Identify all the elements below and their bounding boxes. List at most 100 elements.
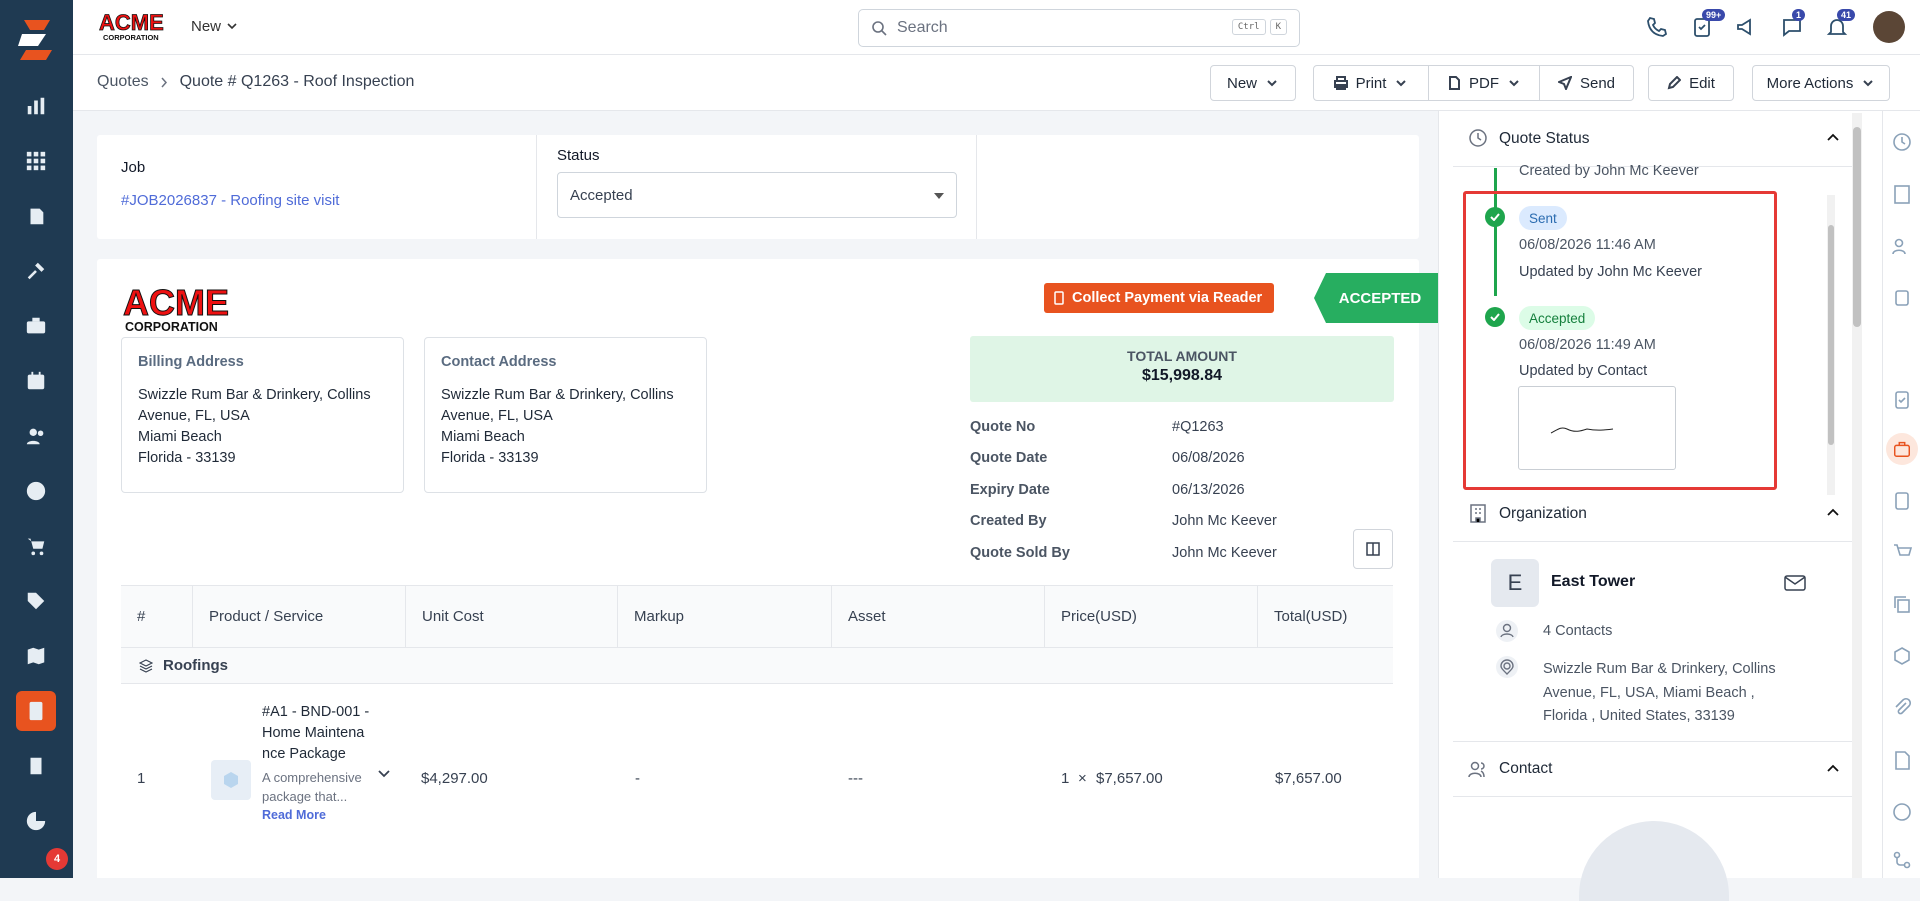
collect-payment-button[interactable]: Collect Payment via Reader	[1044, 283, 1275, 313]
chevron-up-icon	[1827, 508, 1839, 516]
dashboard-grid-icon[interactable]	[16, 141, 56, 181]
breadcrumb: Quotes Quote # Q1263 - Roof Inspection	[97, 73, 414, 91]
meta-value: #Q1263	[1172, 418, 1224, 435]
group-name: Roofings	[163, 657, 228, 674]
chat-icon[interactable]: 1	[1778, 9, 1806, 41]
building-icon[interactable]	[1891, 183, 1913, 205]
history-icon[interactable]	[1891, 131, 1913, 153]
app-logo-icon[interactable]	[16, 18, 56, 62]
row-times: ×	[1078, 770, 1087, 787]
checklist-icon[interactable]	[1891, 388, 1913, 410]
meta-row: Expiry Date 06/13/2026	[970, 474, 1394, 506]
status-scroll-track[interactable]	[1827, 195, 1835, 495]
history-icon	[1469, 129, 1487, 147]
send-button[interactable]: Send	[1539, 65, 1634, 101]
org-name[interactable]: East Tower	[1551, 573, 1635, 591]
mail-icon[interactable]	[1784, 575, 1806, 591]
signature-image[interactable]	[1518, 386, 1676, 470]
chat-badge: 1	[1792, 9, 1806, 21]
toggle-columns-button[interactable]	[1353, 529, 1393, 569]
history-icon[interactable]	[1891, 801, 1913, 823]
documents-icon[interactable]	[16, 196, 56, 236]
cart-icon[interactable]	[16, 526, 56, 566]
clock-icon[interactable]	[16, 471, 56, 511]
line-items-table: # Product / Service Unit Cost Markup Ass…	[121, 585, 1393, 824]
briefcase-icon[interactable]	[16, 306, 56, 346]
print-button[interactable]: Print	[1313, 65, 1429, 101]
paperclip-icon[interactable]	[1891, 697, 1913, 719]
bell-icon[interactable]: 41	[1823, 9, 1856, 41]
contact-title: Contact	[1499, 760, 1553, 777]
workflow-icon[interactable]	[1891, 849, 1913, 871]
quote-status-header[interactable]: Quote Status	[1453, 111, 1853, 167]
layers-icon	[139, 658, 153, 673]
acme-logo[interactable]: ACME CORPORATION	[97, 10, 169, 42]
read-more-link[interactable]: Read More	[262, 808, 326, 822]
org-contacts[interactable]: 4 Contacts	[1543, 623, 1612, 639]
table-row: 1 #A1 - BND-001 - Home Maintena nce Pack…	[121, 684, 1393, 824]
contacts-icon[interactable]	[1891, 235, 1913, 257]
meta-key: Quote Sold By	[970, 544, 1070, 561]
meta-key: Quote Date	[970, 450, 1048, 467]
right-scroll-thumb[interactable]	[1853, 127, 1861, 327]
edit-icon	[1667, 76, 1682, 90]
briefcase-icon[interactable]	[1886, 433, 1918, 465]
collect-payment-label: Collect Payment via Reader	[1072, 290, 1263, 306]
accepted-by: Updated by Contact	[1519, 363, 1648, 379]
billing-line-2: Avenue, FL, USA	[138, 408, 250, 424]
new-button[interactable]: New	[1210, 65, 1296, 101]
tasks-icon[interactable]: 99+	[1688, 9, 1726, 41]
search-input[interactable]: Search Ctrl K	[858, 9, 1300, 47]
contact-header[interactable]: Contact	[1453, 741, 1853, 797]
job-section: Job #JOB2026837 - Roofing site visit	[97, 135, 537, 239]
top-new-dropdown[interactable]: New	[191, 18, 237, 35]
meta-key: Created By	[970, 513, 1047, 530]
invoices-icon[interactable]	[16, 746, 56, 786]
box-icon[interactable]	[1891, 645, 1913, 667]
print-label: Print	[1355, 74, 1387, 92]
job-link[interactable]: #JOB2026837 - Roofing site visit	[121, 192, 512, 209]
organization-header[interactable]: Organization	[1453, 486, 1853, 542]
cart-icon[interactable]	[1891, 541, 1913, 563]
quotes-calculator-icon[interactable]	[16, 691, 56, 731]
tools-icon[interactable]	[16, 251, 56, 291]
sent-pill: Sent	[1519, 206, 1567, 230]
contact-line-3: Miami Beach	[441, 429, 525, 445]
chevron-up-icon	[1827, 764, 1839, 772]
users-icon[interactable]	[16, 416, 56, 456]
document-icon[interactable]	[1891, 749, 1913, 771]
notifications-badge: 41	[1837, 9, 1856, 21]
status-select[interactable]: Accepted	[557, 172, 957, 218]
clipboard-icon[interactable]	[1891, 489, 1913, 511]
chevron-down-icon	[1509, 80, 1519, 87]
pie-chart-icon[interactable]	[16, 801, 56, 841]
reports-icon[interactable]	[16, 86, 56, 126]
tasks-badge: 99+	[1702, 9, 1726, 21]
col-unit-cost: Unit Cost	[406, 585, 618, 648]
breadcrumb-quotes-link[interactable]: Quotes	[97, 73, 149, 91]
map-icon[interactable]	[16, 636, 56, 676]
quote-document-card: ACME CORPORATION Collect Payment via Rea…	[97, 259, 1438, 878]
user-avatar[interactable]	[1873, 11, 1905, 43]
status-label: Status	[557, 147, 600, 164]
phone-icon[interactable]	[1643, 13, 1671, 41]
device-icon[interactable]	[1891, 287, 1913, 309]
quote-status-title: Quote Status	[1499, 129, 1590, 147]
col-total: Total(USD)	[1274, 608, 1348, 625]
svg-text:ACME: ACME	[123, 285, 229, 323]
right-scroll-track[interactable]	[1852, 113, 1862, 878]
more-actions-button[interactable]: More Actions	[1752, 65, 1890, 101]
chevron-down-icon[interactable]	[378, 770, 390, 778]
status-scroll-thumb[interactable]	[1828, 225, 1834, 445]
send-label: Send	[1579, 74, 1616, 92]
meta-row: Quote No #Q1263	[970, 411, 1394, 443]
svg-text:ACME: ACME	[99, 10, 164, 35]
meta-row: Quote Sold By John Mc Keever	[970, 537, 1394, 569]
copy-icon[interactable]	[1891, 593, 1913, 615]
edit-button[interactable]: Edit	[1648, 65, 1734, 101]
tag-icon[interactable]	[16, 581, 56, 621]
product-name[interactable]: #A1 - BND-001 - Home Maintena nce Packag…	[262, 702, 377, 765]
calendar-icon[interactable]	[16, 361, 56, 401]
megaphone-icon[interactable]	[1733, 13, 1761, 41]
pdf-button[interactable]: PDF	[1428, 65, 1540, 101]
